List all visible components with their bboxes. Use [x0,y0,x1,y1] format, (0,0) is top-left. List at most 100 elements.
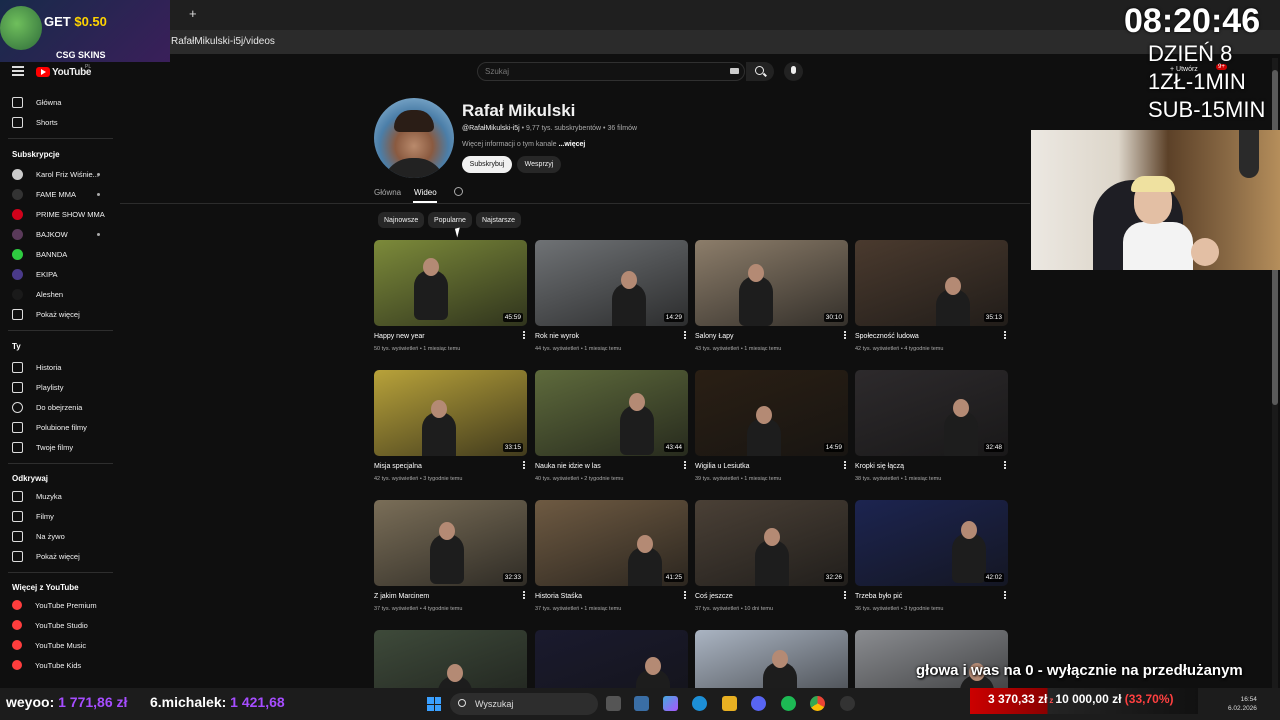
sidebar-item-more[interactable]: YouTube Premium [12,597,97,613]
video-card[interactable] [535,630,688,688]
sidebar-item-you[interactable]: Twoje filmy [12,439,73,455]
video-title[interactable]: Nauka nie idzie w las [535,463,688,472]
sidebar-item-more[interactable]: YouTube Studio [12,617,88,633]
sidebar-item-you[interactable]: Playlisty [12,379,64,395]
video-title[interactable]: Wigilia u Lesiutka [695,463,848,472]
sidebar-item-subscription[interactable]: BAJKOW [12,226,68,242]
more-options-icon[interactable] [1004,464,1006,466]
video-thumbnail[interactable]: 33:15 [374,370,527,456]
chip-newest[interactable]: Najnowsze [378,212,425,228]
chip-popular[interactable]: Popularne [428,212,472,228]
channel-more-info[interactable]: Więcej informacji o tym kanale ...więcej [462,141,585,148]
sidebar-item-subscription[interactable]: Aleshen [12,286,63,302]
video-thumbnail[interactable]: 45:59 [374,240,527,326]
video-card[interactable]: 33:15 Misja specjalna 42 tys. wyświetleń … [374,370,527,482]
video-card[interactable]: 30:10 Salony Łapy 43 tys. wyświetleń • 1 … [695,240,848,352]
video-thumbnail[interactable]: 14:59 [695,370,848,456]
keyboard-icon[interactable] [730,68,739,74]
video-thumbnail[interactable] [374,630,527,688]
video-title[interactable]: Historia Staśka [535,593,688,602]
sidebar-item-subscription[interactable]: BANNDA [12,246,67,262]
tab-home[interactable]: Główna [374,188,401,197]
video-title[interactable]: Coś jeszcze [695,593,848,602]
subscriptions-heading[interactable]: Subskrypcje [12,150,60,159]
video-thumbnail[interactable] [695,630,848,688]
file-explorer-icon[interactable] [722,696,737,711]
windows-start-icon[interactable] [427,697,441,711]
video-thumbnail[interactable]: 43:44 [535,370,688,456]
sidebar-item-shorts[interactable]: Shorts [12,114,58,130]
sidebar-item-subscription[interactable]: PRIME SHOW MMA [12,206,105,222]
channel-search-icon[interactable] [454,187,463,196]
sidebar-item-you[interactable]: Historia [12,359,61,375]
video-card[interactable] [855,630,1008,688]
more-options-icon[interactable] [684,594,686,596]
url-text[interactable]: RafałMikulski-i5j/videos [171,36,275,47]
search-input[interactable] [477,62,745,81]
video-title[interactable]: Happy new year [374,333,527,342]
sidebar-item-more[interactable]: YouTube Kids [12,657,81,673]
youtube-logo-icon[interactable] [36,67,50,77]
video-title[interactable]: Misja specjalna [374,463,527,472]
more-options-icon[interactable] [523,594,525,596]
sidebar-item-you[interactable]: Polubione filmy [12,419,87,435]
video-card[interactable]: 14:29 Rok nie wyrok 44 tys. wyświetleń • … [535,240,688,352]
video-card[interactable]: 43:44 Nauka nie idzie w las 40 tys. wyświ… [535,370,688,482]
sidebar-item-explore[interactable]: Pokaż więcej [12,548,80,564]
video-card[interactable]: 32:33 Z jakim Marcinem 37 tys. wyświetleń… [374,500,527,612]
video-thumbnail[interactable]: 32:48 [855,370,1008,456]
video-thumbnail[interactable]: 42:02 [855,500,1008,586]
more-options-icon[interactable] [844,464,846,466]
copilot-icon[interactable] [663,696,678,711]
sidebar-item-explore[interactable]: Na żywo [12,528,65,544]
sidebar-item-you[interactable]: Do obejrzenia [12,399,82,415]
video-thumbnail[interactable]: 32:33 [374,500,527,586]
video-card[interactable]: 32:48 Kropki się łączą 38 tys. wyświetleń… [855,370,1008,482]
task-view-icon[interactable] [606,696,621,711]
support-button[interactable]: Wesprzyj [517,156,561,173]
you-heading[interactable]: Ty [12,342,21,351]
more-options-icon[interactable] [844,594,846,596]
sidebar-item-subscription[interactable]: FAME MMA [12,186,76,202]
channel-avatar[interactable] [374,98,454,178]
sidebar-item-subscription[interactable]: EKIPA [12,266,58,282]
video-thumbnail[interactable] [535,630,688,688]
more-options-icon[interactable] [684,334,686,336]
chrome-icon[interactable] [810,696,825,711]
voice-search-button[interactable] [784,62,803,81]
video-title[interactable]: Salony Łapy [695,333,848,342]
video-title[interactable]: Trzeba było pić [855,593,1008,602]
video-card[interactable]: 14:59 Wigilia u Lesiutka 39 tys. wyświetl… [695,370,848,482]
video-card[interactable] [374,630,527,688]
video-thumbnail[interactable]: 41:25 [535,500,688,586]
tab-videos[interactable]: Wideo [414,188,437,197]
new-tab-button[interactable]: + [189,6,197,21]
taskbar-search[interactable] [450,693,598,715]
discord-icon[interactable] [751,696,766,711]
video-card[interactable]: 41:25 Historia Staśka 37 tys. wyświetleń … [535,500,688,612]
edge-icon[interactable] [692,696,707,711]
video-thumbnail[interactable]: 35:13 [855,240,1008,326]
sidebar-item-explore[interactable]: Filmy [12,508,54,524]
more-options-icon[interactable] [1004,334,1006,336]
video-title[interactable]: Kropki się łączą [855,463,1008,472]
more-options-icon[interactable] [523,334,525,336]
sidebar-item-subscription[interactable]: Pokaż więcej [12,306,80,322]
video-thumbnail[interactable] [855,630,1008,688]
more-options-icon[interactable] [684,464,686,466]
taskbar-clock[interactable]: 16:54 6.02.2026 [1228,695,1257,713]
obs-icon[interactable] [840,696,855,711]
video-card[interactable]: 32:26 Coś jeszcze 37 tys. wyświetleń • 10… [695,500,848,612]
search-button[interactable] [746,62,774,81]
sidebar-item-home[interactable]: Główna [12,94,61,110]
video-card[interactable]: 42:02 Trzeba było pić 36 tys. wyświetleń … [855,500,1008,612]
more-options-icon[interactable] [523,464,525,466]
video-title[interactable]: Rok nie wyrok [535,333,688,342]
chip-oldest[interactable]: Najstarsze [476,212,522,228]
video-card[interactable]: 35:13 Społeczność ludowa 42 tys. wyświetl… [855,240,1008,352]
hamburger-menu-icon[interactable] [12,66,24,76]
video-thumbnail[interactable]: 14:29 [535,240,688,326]
video-title[interactable]: Społeczność ludowa [855,333,1008,342]
subscribe-button[interactable]: Subskrybuj [462,156,512,173]
store-icon[interactable] [634,696,649,711]
